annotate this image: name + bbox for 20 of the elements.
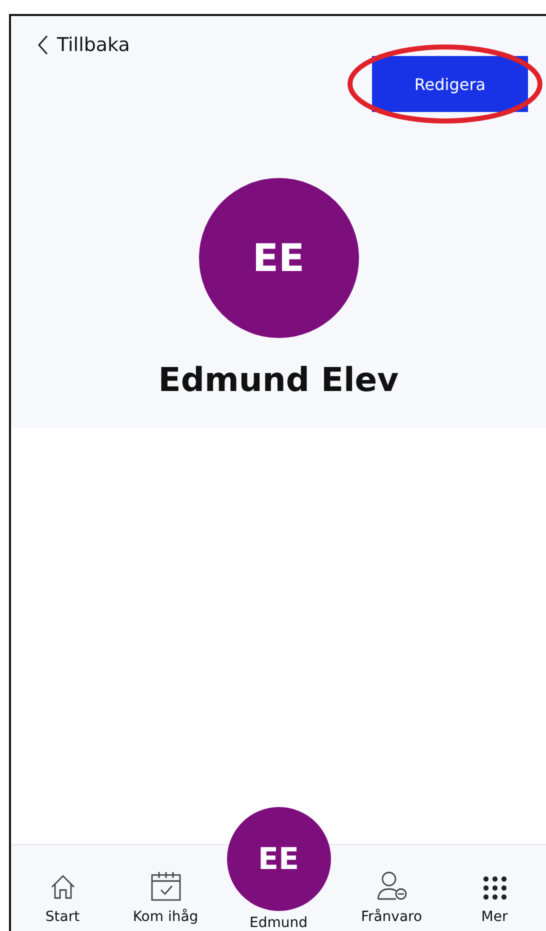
avatar: EE xyxy=(198,178,358,338)
tab-label: Kom ihåg xyxy=(132,909,198,925)
nav-tab[interactable]: Kom ihåg xyxy=(120,871,210,925)
nav-tab[interactable]: Mer xyxy=(450,875,540,925)
profile-name: Edmund Elev xyxy=(158,360,399,399)
person-minus-icon xyxy=(376,871,408,901)
nav-tab[interactable]: Start xyxy=(18,873,108,925)
edit-button[interactable]: Redigera xyxy=(372,56,528,112)
chevron-left-icon xyxy=(37,35,49,55)
tab-label: Frånvaro xyxy=(360,909,422,925)
back-button[interactable]: Tillbaka xyxy=(37,34,130,56)
home-icon xyxy=(48,873,76,901)
tab-label: Mer xyxy=(481,909,508,925)
calendar-check-icon xyxy=(150,871,182,901)
grid-dots-icon xyxy=(482,875,508,901)
tab-label: Start xyxy=(45,909,80,925)
nav-tab[interactable]: Frånvaro xyxy=(346,871,436,925)
tab-label: Edmund xyxy=(249,915,308,931)
avatar: EE xyxy=(226,807,330,911)
profile-tab[interactable]: EE Edmund xyxy=(224,807,334,931)
